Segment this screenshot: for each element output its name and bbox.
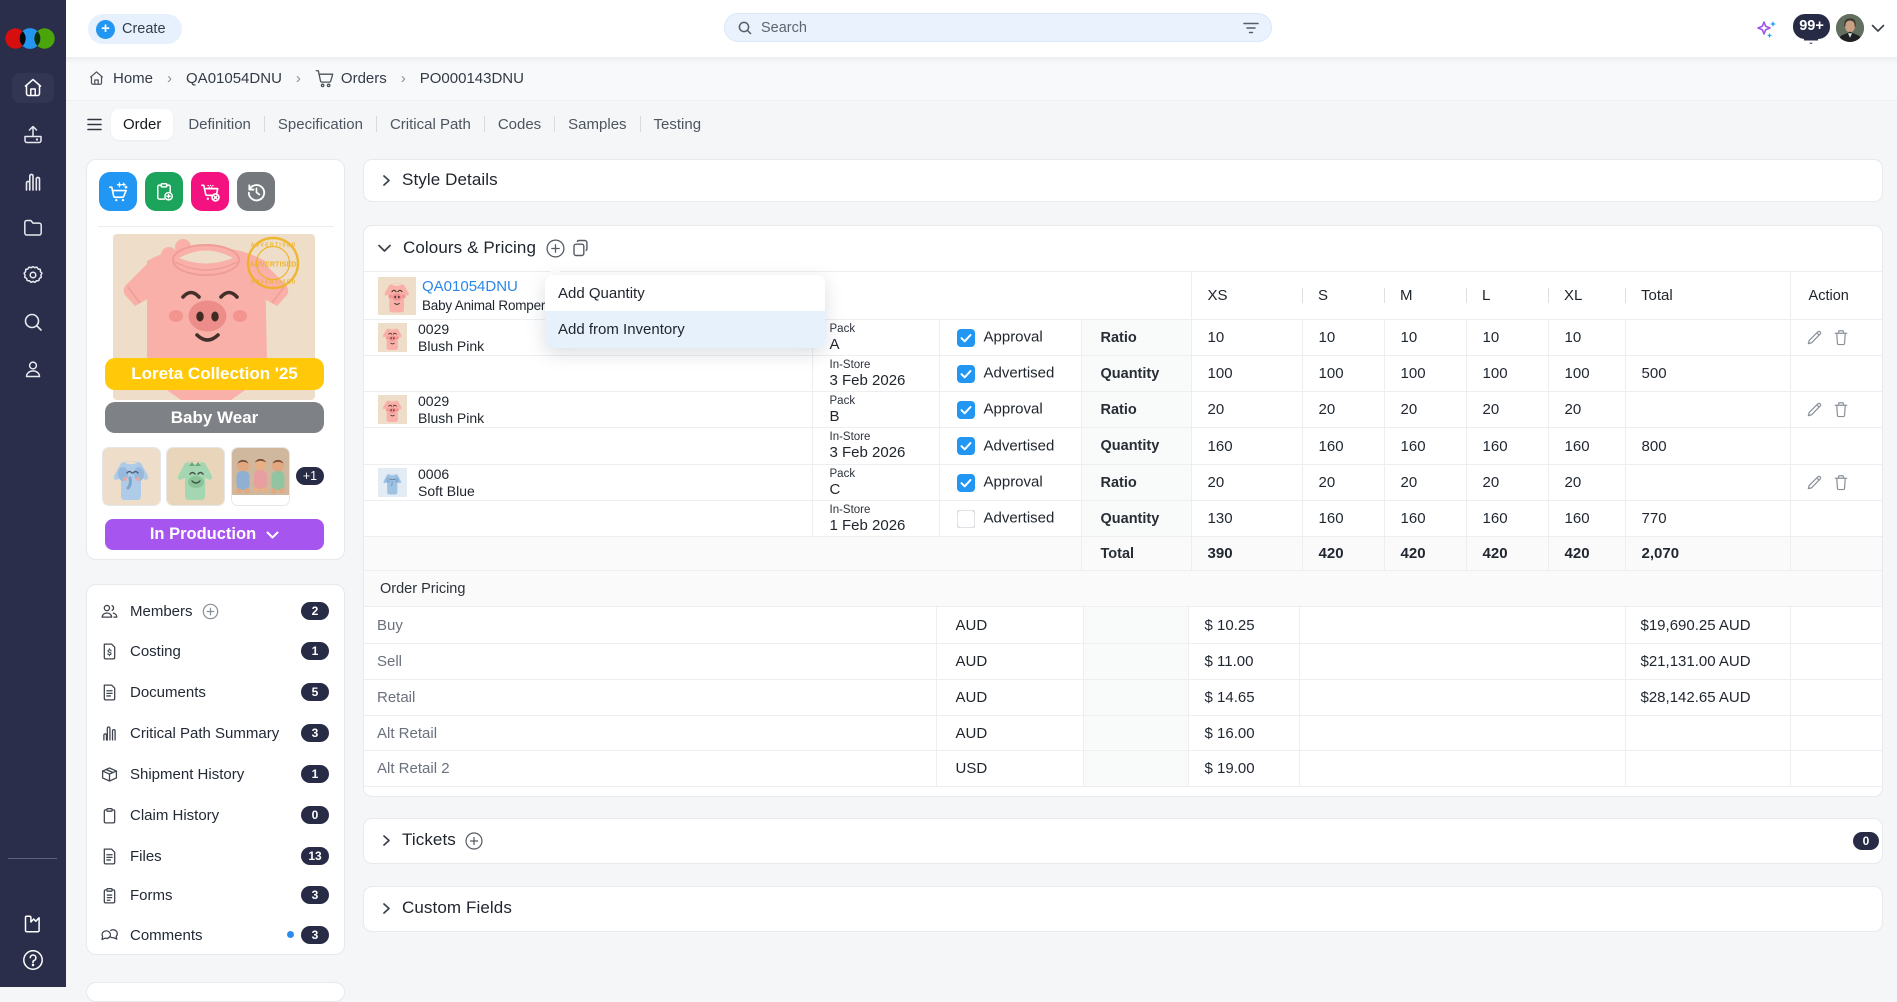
svg-text:ADVERTISED: ADVERTISED [249,260,296,269]
svg-text:A D V E R T I S E D: A D V E R T I S E D [251,243,296,249]
svg-text:A D V E R T I S E D: A D V E R T I S E D [251,280,296,286]
